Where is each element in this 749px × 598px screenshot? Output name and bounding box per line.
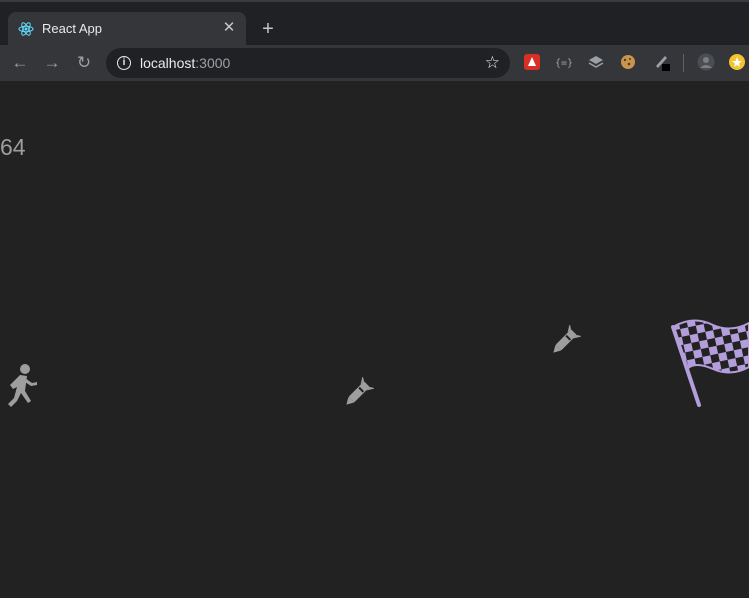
browser-toolbar: ← → ↻ i localhost:3000 ☆ {=} bbox=[0, 45, 749, 81]
react-logo-icon bbox=[18, 22, 34, 36]
running-person-icon bbox=[8, 364, 37, 407]
extension-cookie-icon[interactable] bbox=[619, 53, 637, 71]
game-area[interactable]: 64 bbox=[0, 81, 749, 598]
missile-icon bbox=[553, 325, 581, 353]
profile-avatar-icon[interactable] bbox=[697, 53, 715, 71]
arrow-left-icon[interactable]: ← bbox=[10, 53, 30, 73]
checkered-flag-icon bbox=[671, 319, 749, 407]
toolbar-separator bbox=[683, 54, 684, 72]
address-bar[interactable]: i localhost:3000 ☆ bbox=[106, 48, 510, 78]
tab-strip: React App ✕ + bbox=[0, 2, 749, 47]
url-text[interactable]: localhost:3000 bbox=[140, 55, 230, 71]
browser-tab[interactable]: React App ✕ bbox=[8, 12, 246, 47]
extension-layers-icon[interactable] bbox=[587, 53, 605, 71]
score-counter: 64 bbox=[0, 134, 26, 160]
extension-red-icon[interactable] bbox=[523, 53, 541, 71]
tab-title: React App bbox=[42, 21, 102, 36]
url-port: :3000 bbox=[195, 55, 231, 71]
close-icon[interactable]: ✕ bbox=[220, 19, 238, 37]
plus-icon[interactable]: + bbox=[258, 19, 278, 39]
info-icon[interactable]: i bbox=[117, 56, 131, 70]
missile-icon bbox=[346, 377, 374, 405]
reload-icon[interactable]: ↻ bbox=[74, 53, 94, 73]
extension-json-icon[interactable]: {=} bbox=[555, 53, 573, 71]
browser-chrome: React App ✕ + ← → ↻ i localhost:3000 ☆ {… bbox=[0, 0, 749, 81]
url-host: localhost bbox=[140, 55, 196, 71]
arrow-right-icon[interactable]: → bbox=[42, 53, 62, 73]
svg-text:{=}: {=} bbox=[555, 58, 573, 69]
extension-pen-icon[interactable] bbox=[653, 53, 671, 71]
bookmark-star-icon[interactable]: ☆ bbox=[485, 53, 500, 73]
extension-yellow-icon[interactable] bbox=[728, 53, 746, 71]
